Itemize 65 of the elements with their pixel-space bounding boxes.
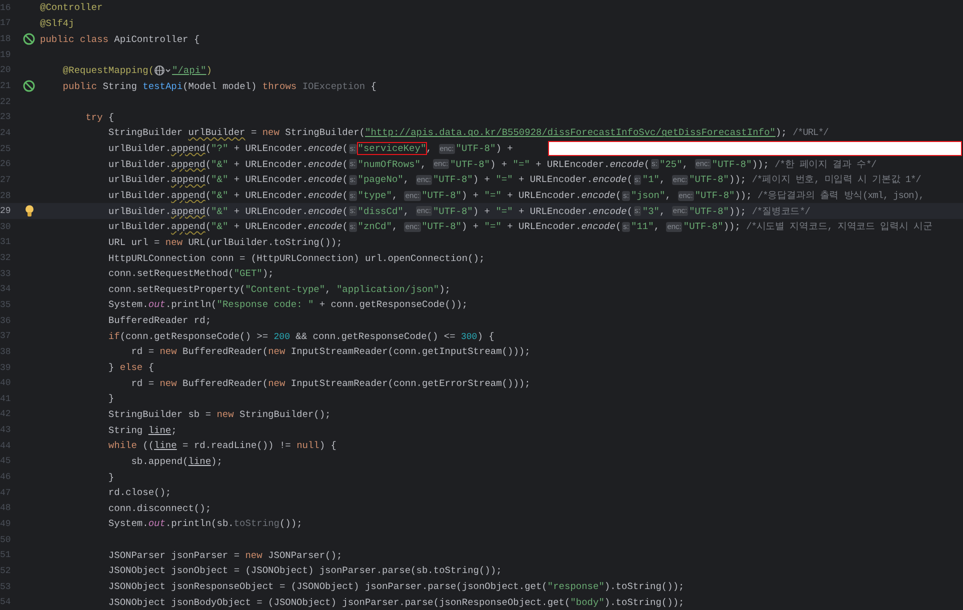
code-text: "numOfRows", <box>358 158 428 170</box>
marker-icon[interactable] <box>22 80 36 93</box>
code-text: while ((line = rd.readLine()) != null) { <box>107 440 336 452</box>
code-text: public String testApi(Model model) throws IOException { <box>62 80 376 92</box>
code-text: try { <box>84 112 114 123</box>
code-text: "/api") <box>172 64 212 76</box>
code-text: StringBuilder urlBuilder = new StringBuilder("http://apis.data.go.kr/B550928/dissForecastInfoSvc/getDissForecastInfo"); /*URL*/ <box>107 127 828 138</box>
code-text: conn.disconnect(); <box>107 502 212 514</box>
code-text: @Controller <box>40 2 103 14</box>
code-text: "UTF-8")); /*질병코드*/ <box>689 204 810 218</box>
line-number: 29 <box>0 206 12 216</box>
code-text: urlBuilder.append("&" + URLEncoder.encode( <box>107 221 348 232</box>
globe-icon[interactable] <box>154 64 172 76</box>
code-text: urlBuilder.append("&" + URLEncoder.encode( <box>107 174 348 186</box>
code-text: if(conn.getResponseCode() >= 200 && conn.getResponseCode() <= 300) { <box>107 330 494 342</box>
code-text: sb.append(line); <box>130 456 222 467</box>
code-text: @Slf4j <box>40 18 74 29</box>
code-text: public class ApiController { <box>40 34 200 45</box>
code-text: String line; <box>107 424 177 436</box>
code-text: "UTF-8") + "=" + URLEncoder.encode( <box>422 221 622 232</box>
code-text: rd.close(); <box>107 487 172 498</box>
code-text: "UTF-8") + "=" + URLEncoder.encode( <box>432 174 633 186</box>
code-text: "3", <box>642 206 666 217</box>
code-text: "UTF-8")); /*응답결과의 출력 방식(xml, json), <box>694 189 924 202</box>
code-text: JSONObject jsonResponseObject = (JSONObject) jsonParser.parse(jsonObject.get("response").toString()); <box>107 581 684 592</box>
code-text: "UTF-8") + "=" + URLEncoder.encode( <box>450 158 650 170</box>
code-text: urlBuilder.append("&" + URLEncoder.encode( <box>107 190 348 201</box>
code-text: urlBuilder.append("&" + URLEncoder.encode( <box>107 158 348 170</box>
code-text: "UTF-8") + "=" + URLEncoder.encode( <box>422 190 622 201</box>
code-text: conn.setRequestMethod("GET"); <box>107 268 274 280</box>
code-text: JSONObject jsonBodyObject = (JSONObject) jsonParser.parse(jsonResponseObject.get("body").toString()); <box>107 596 684 608</box>
code-text: "UTF-8")); /*페이지 번호, 미입력 시 기본값 1*/ <box>689 173 921 186</box>
code-text: @RequestMapping( <box>62 64 154 76</box>
code-text: "UTF-8")); /*시도별 지역코드, 지역코드 입력시 시군 <box>683 220 932 234</box>
code-text: , <box>426 143 433 154</box>
code-text: "pageNo", <box>358 174 410 186</box>
lightbulb-icon[interactable] <box>24 205 34 218</box>
code-text: HttpURLConnection conn = (HttpURLConnection) url.openConnection(); <box>107 252 485 264</box>
code-text: URL url = new URL(urlBuilder.toString()); <box>107 236 342 248</box>
code-text: urlBuilder.append("&" + URLEncoder.encode( <box>107 206 348 217</box>
code-text: "UTF-8")); /*한 페이지 결과 수*/ <box>712 158 876 171</box>
code-text: System.out.println(sb.toString()); <box>107 518 302 530</box>
code-text: } else { <box>107 362 154 374</box>
code-text: "11", <box>631 221 661 232</box>
code-text: } <box>107 393 114 404</box>
code-text: "type", <box>358 190 399 201</box>
code-text: "1", <box>642 174 666 186</box>
code-text: "json", <box>631 190 672 201</box>
code-text: rd = new BufferedReader(new InputStreamReader(conn.getInputStream())); <box>130 346 530 358</box>
code-text: } <box>107 472 114 483</box>
code-text: "UTF-8") + "=" + URLEncoder.encode( <box>432 206 633 217</box>
code-text: BufferedReader rd; <box>107 315 212 326</box>
code-text: JSONParser jsonParser = new JSONParser(); <box>107 550 342 561</box>
code-text: rd = new BufferedReader(new InputStreamReader(conn.getErrorStream())); <box>130 378 530 389</box>
code-text: "znCd", <box>358 221 399 232</box>
marker-icon[interactable] <box>22 32 36 46</box>
code-text: urlBuilder.append("?" + URLEncoder.encode( <box>107 143 348 154</box>
code-text: "dissCd", <box>358 206 410 217</box>
code-text: JSONObject jsonObject = (JSONObject) jsonParser.parse(sb.toString()); <box>107 565 502 576</box>
code-text: StringBuilder sb = new StringBuilder(); <box>107 408 331 420</box>
code-text: System.out.println("Response code: " + conn.getResponseCode()); <box>107 299 468 310</box>
code-text: "UTF-8") + <box>456 143 514 154</box>
code-text: "25", <box>660 158 690 170</box>
code-text: conn.setRequestProperty("Content-type", "application/json"); <box>107 284 450 295</box>
highlighted-text: "serviceKey" <box>358 143 426 154</box>
